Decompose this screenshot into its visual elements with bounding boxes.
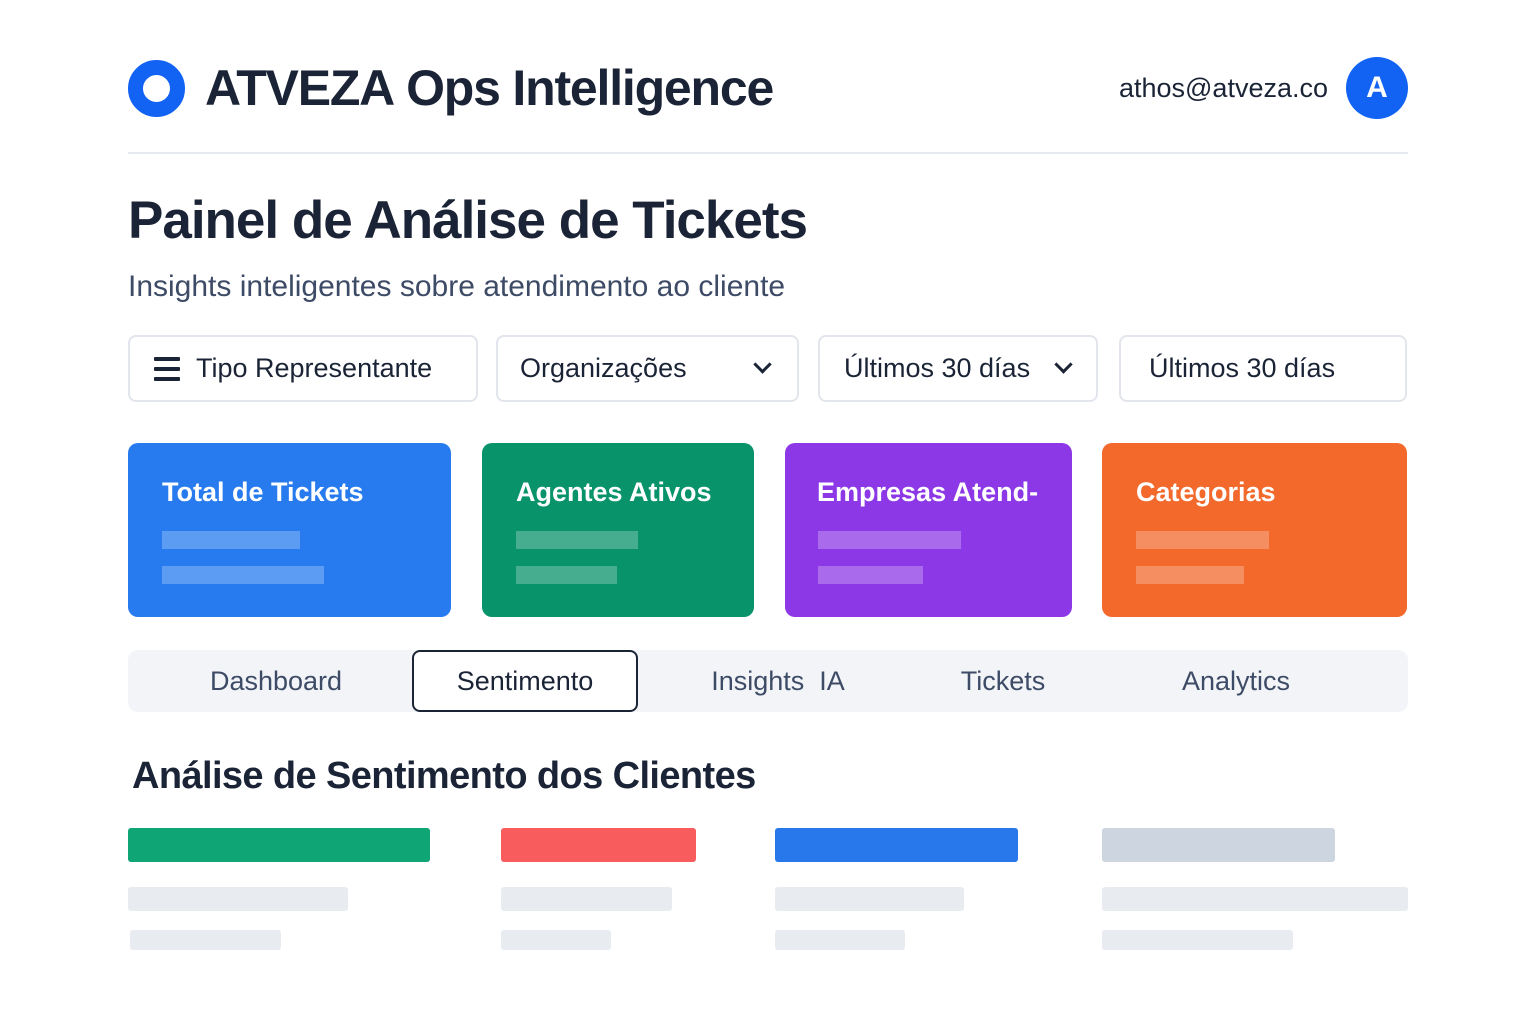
- skeleton-line: [775, 887, 964, 911]
- filter-date-range-label: Últimos 30 días: [844, 353, 1031, 383]
- brand-name-primary: ATVEZA: [205, 60, 395, 116]
- kpi-value-placeholder: [162, 531, 300, 549]
- kpi-caption-placeholder: [516, 566, 617, 584]
- tab-dashboard[interactable]: Dashboard: [148, 650, 404, 712]
- page-subtitle: Insights inteligentes sobre atendimento …: [128, 270, 786, 303]
- user-email: athos@atveza.co: [1118, 72, 1328, 103]
- skeleton-line: [1102, 887, 1408, 911]
- kpi-caption-placeholder: [1136, 566, 1244, 584]
- logo-icon: [128, 59, 185, 117]
- tab-analytics[interactable]: Analytics: [1118, 650, 1354, 712]
- hamburger-icon: [154, 356, 180, 381]
- chevron-down-icon: [1054, 355, 1073, 374]
- brand[interactable]: ATVEZA Ops Intelligence: [128, 59, 774, 117]
- section-title: Análise de Sentimento dos Clientes: [132, 755, 756, 797]
- brand-name: ATVEZA Ops Intelligence: [205, 59, 774, 117]
- user-menu[interactable]: athos@atveza.co A: [1119, 57, 1408, 119]
- kpi-card-title: Total de Tickets: [162, 477, 364, 507]
- kpi-value-placeholder: [818, 531, 961, 549]
- skeleton-line: [128, 887, 348, 911]
- filter-rep-type-label: Tipo Representante: [196, 353, 433, 383]
- kpi-card-title: Agentes Ativos: [516, 477, 712, 507]
- skeleton-line: [1102, 930, 1293, 950]
- skeleton-line: [775, 930, 905, 950]
- tab-tickets[interactable]: Tickets: [908, 650, 1098, 712]
- kpi-card-companies[interactable]: Empresas Atend-: [785, 443, 1072, 617]
- skeleton-line: [130, 930, 281, 950]
- filter-organizations[interactable]: Organizações: [496, 335, 799, 402]
- filter-rep-type[interactable]: Tipo Representante: [128, 335, 478, 402]
- kpi-card-title: Empresas Atend-: [817, 477, 1039, 507]
- kpi-card-title: Categorias: [1136, 477, 1276, 507]
- tab-ai-insights[interactable]: Insights IA: [658, 650, 898, 712]
- kpi-caption-placeholder: [162, 566, 324, 584]
- sentiment-bar-positive: [128, 828, 430, 862]
- kpi-value-placeholder: [1136, 531, 1269, 549]
- kpi-card-active-agents[interactable]: Agentes Ativos: [482, 443, 754, 617]
- kpi-value-placeholder: [516, 531, 638, 549]
- skeleton-line: [501, 887, 672, 911]
- filter-date-compare-label: Últimos 30 días: [1149, 353, 1336, 383]
- chevron-down-icon: [753, 355, 772, 374]
- filter-date-range[interactable]: Últimos 30 días: [818, 335, 1098, 402]
- page-title: Painel de Análise de Tickets: [128, 191, 808, 250]
- kpi-card-categories[interactable]: Categorias: [1102, 443, 1407, 617]
- filter-date-compare[interactable]: Últimos 30 días: [1119, 335, 1407, 402]
- app-header: ATVEZA Ops Intelligence athos@atveza.co …: [128, 52, 1408, 124]
- avatar[interactable]: A: [1346, 57, 1408, 119]
- tab-sentiment[interactable]: Sentimento: [412, 650, 638, 712]
- filter-organizations-label: Organizações: [520, 353, 687, 383]
- skeleton-line: [501, 930, 611, 950]
- sentiment-bar-neutral: [775, 828, 1018, 862]
- tab-bar: Dashboard Sentimento Insights IA Tickets…: [128, 650, 1408, 712]
- sentiment-bar-unclassified: [1102, 828, 1335, 862]
- header-divider: [128, 152, 1408, 154]
- dashboard-page: ATVEZA Ops Intelligence athos@atveza.co …: [0, 0, 1536, 1024]
- brand-name-secondary: Ops Intelligence: [406, 60, 774, 116]
- kpi-caption-placeholder: [818, 566, 923, 584]
- kpi-card-total-tickets[interactable]: Total de Tickets: [128, 443, 451, 617]
- sentiment-bar-negative: [501, 828, 696, 862]
